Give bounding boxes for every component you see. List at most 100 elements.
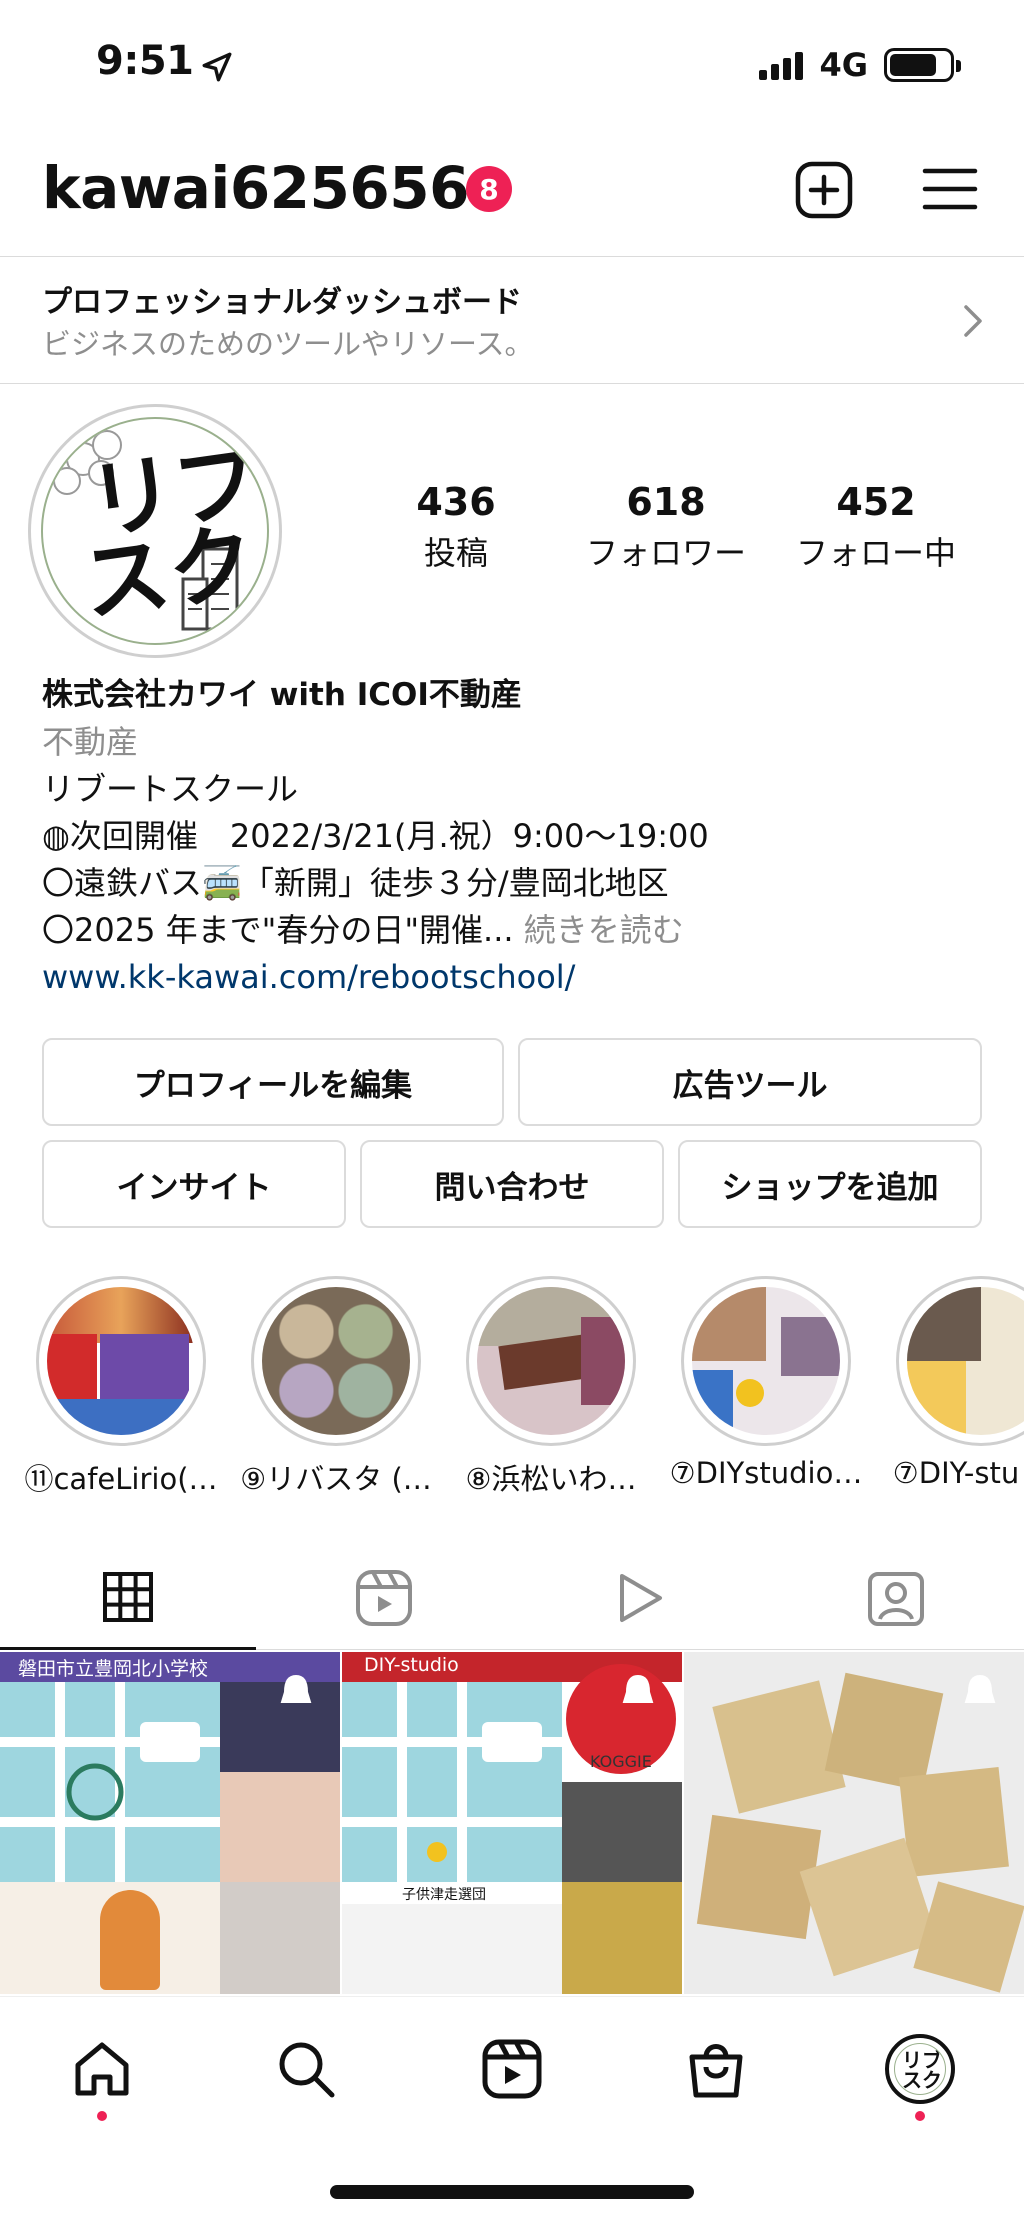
- highlight-thumbnail: [477, 1287, 625, 1435]
- highlight-item[interactable]: ⑦DIY-stu: [893, 1276, 1024, 1490]
- profile-category: 不動産: [42, 723, 139, 761]
- bio-line-1: リブートスクール: [42, 770, 299, 808]
- avatar-text-line2: スク: [76, 512, 262, 636]
- battery-icon: [884, 48, 961, 82]
- search-icon: [279, 2042, 335, 2098]
- notification-badge[interactable]: 8: [466, 166, 512, 212]
- ad-tools-button[interactable]: 広告ツール: [518, 1038, 982, 1126]
- location-arrow-icon: [202, 52, 232, 82]
- post-logo-text: KOGGIE: [590, 1752, 652, 1771]
- highlight-ring: [466, 1276, 636, 1446]
- highlight-label: ⑨リバスタ (…: [240, 1462, 432, 1496]
- status-time: 9:51: [96, 38, 194, 84]
- highlight-item[interactable]: ⑨リバスタ (…: [240, 1276, 432, 1496]
- highlight-thumbnail: [907, 1287, 1024, 1435]
- stat-posts[interactable]: 436 投稿: [361, 480, 551, 574]
- home-icon: [75, 2042, 129, 2096]
- username[interactable]: kawai625656: [42, 154, 469, 222]
- profile-header: kawai625656 8: [0, 140, 1024, 256]
- map-graphic: [0, 1682, 220, 1882]
- grid-icon: [103, 1571, 153, 1622]
- profile-tabs: [0, 1546, 1024, 1650]
- profile-activity-dot: [915, 2111, 925, 2121]
- followers-label: フォロワー: [585, 534, 746, 572]
- highlight-ring: [681, 1276, 851, 1446]
- tab-posts[interactable]: [0, 1546, 256, 1650]
- tab-tagged[interactable]: [768, 1546, 1024, 1650]
- avatar[interactable]: リブ スク: [28, 404, 282, 658]
- profile-bio: 株式会社カワイ with ICOI不動産 不動産 リブートスクール ◍次回開催 …: [42, 672, 1002, 1001]
- highlight-item[interactable]: ⑧浜松いわ…: [466, 1276, 637, 1496]
- tab-reels[interactable]: [256, 1546, 512, 1650]
- highlight-thumbnail: [47, 1287, 195, 1435]
- add-shop-button[interactable]: ショップを追加: [678, 1140, 982, 1228]
- status-bar: 9:51 4G: [0, 0, 1024, 140]
- highlight-ring: [896, 1276, 1024, 1446]
- home-activity-dot: [97, 2111, 107, 2121]
- highlight-label: ⑦DIYstudio…: [669, 1456, 863, 1490]
- tab-videos[interactable]: [512, 1546, 768, 1650]
- profile-avatar-small-text: リブ: [902, 2048, 942, 2072]
- insights-button[interactable]: インサイト: [42, 1140, 346, 1228]
- profile-avatar-small: リブ スク: [885, 2034, 955, 2104]
- profile-avatar-small-text-2: スク: [902, 2068, 942, 2092]
- post-header-text: 磐田市立豊岡北小学校: [18, 1658, 209, 1680]
- post-thumbnail[interactable]: [684, 1652, 1024, 1994]
- posts-grid: 磐田市立豊岡北小学校 DIY-studio KOGGIE 子供津走選団: [0, 1652, 1024, 1994]
- highlight-ring: [36, 1276, 206, 1446]
- professional-dashboard[interactable]: プロフェッショナルダッシュボード ビジネスのためのツールやリソース。: [0, 256, 1024, 384]
- bio-line-2: ◍次回開催 2022/3/21(月.祝）9:00〜19:00: [42, 817, 709, 855]
- dashboard-subtitle: ビジネスのためのツールやリソース。: [42, 327, 534, 361]
- nav-search[interactable]: [270, 2033, 342, 2105]
- multi-post-icon: [280, 1674, 312, 1703]
- posts-label: 投稿: [423, 534, 488, 572]
- plus-square-icon[interactable]: [794, 160, 854, 220]
- status-right: 4G: [759, 46, 961, 84]
- signal-icon: [759, 50, 804, 80]
- post-thumbnail[interactable]: DIY-studio KOGGIE 子供津走選団: [342, 1652, 682, 1994]
- shop-icon: [689, 2044, 743, 2098]
- reels-icon: [356, 1570, 412, 1626]
- highlight-item[interactable]: ⑦DIYstudio…: [670, 1276, 862, 1490]
- following-count: 452: [836, 480, 916, 524]
- avatar-logo: リブ スク: [41, 417, 269, 645]
- bottom-nav: リブ スク: [0, 1996, 1024, 2217]
- followers-count: 618: [626, 480, 706, 524]
- website-link[interactable]: www.kk-kawai.com/rebootschool/: [42, 954, 1002, 1001]
- nav-shop[interactable]: [680, 2033, 752, 2105]
- bio-line-3: 〇遠鉄バス🚎「新開」徒歩３分/豊岡北地区: [42, 864, 669, 902]
- post-thumbnail[interactable]: 磐田市立豊岡北小学校: [0, 1652, 340, 1994]
- chevron-right-icon: [964, 305, 982, 337]
- nav-reels[interactable]: [476, 2033, 548, 2105]
- play-icon: [620, 1574, 662, 1622]
- multi-post-icon: [622, 1674, 654, 1703]
- tagged-icon: [868, 1572, 924, 1626]
- highlight-ring: [251, 1276, 421, 1446]
- network-type: 4G: [819, 46, 868, 84]
- edit-profile-button[interactable]: プロフィールを編集: [42, 1038, 504, 1126]
- bio-line-4: 〇2025 年まで"春分の日"開催...: [42, 911, 514, 949]
- reels-nav-icon: [482, 2039, 542, 2099]
- map-graphic: [342, 1682, 562, 1882]
- posts-count: 436: [416, 480, 496, 524]
- following-label: フォロー中: [795, 534, 956, 572]
- highlight-item[interactable]: ⑪cafeLirio(…: [24, 1276, 218, 1496]
- bio-line-4-wrap: 〇2025 年まで"春分の日"開催... 続きを読む: [42, 907, 1002, 954]
- post-header-text: DIY-studio: [364, 1654, 459, 1676]
- highlight-label: ⑦DIY-stu: [892, 1456, 1020, 1490]
- multi-post-icon: [964, 1674, 996, 1703]
- highlight-label: ⑪cafeLirio(…: [24, 1462, 218, 1496]
- post-caption: 子供津走選団: [402, 1887, 486, 1903]
- menu-icon[interactable]: [922, 166, 978, 212]
- stat-following[interactable]: 452 フォロー中: [781, 480, 971, 574]
- home-indicator[interactable]: [330, 2185, 694, 2199]
- profile-name: 株式会社カワイ with ICOI不動産: [42, 677, 522, 713]
- dashboard-title: プロフェッショナルダッシュボード: [42, 285, 522, 320]
- contact-button[interactable]: 問い合わせ: [360, 1140, 664, 1228]
- highlight-thumbnail: [262, 1287, 410, 1435]
- nav-home[interactable]: [66, 2033, 138, 2105]
- highlight-label: ⑧浜松いわ…: [465, 1462, 637, 1496]
- stat-followers[interactable]: 618 フォロワー: [571, 480, 761, 574]
- read-more-link[interactable]: 続きを読む: [524, 911, 684, 949]
- nav-profile[interactable]: リブ スク: [884, 2033, 956, 2105]
